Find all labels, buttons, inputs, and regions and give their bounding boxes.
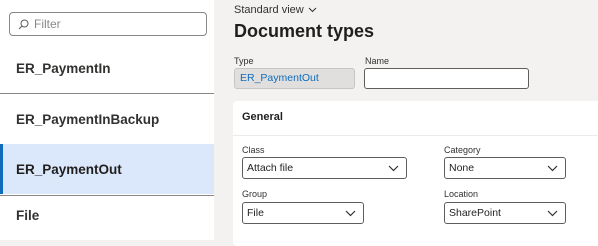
group-select[interactable]: File <box>242 202 364 224</box>
list-item-er-paymentinbackup[interactable]: ER_PaymentInBackup <box>0 95 214 144</box>
view-selector-label: Standard view <box>234 4 304 16</box>
class-select-value: Attach file <box>247 162 294 174</box>
class-select[interactable]: Attach file <box>242 157 407 179</box>
location-select[interactable]: SharePoint <box>444 202 566 224</box>
location-select-value: SharePoint <box>449 207 501 219</box>
name-field[interactable] <box>364 68 529 89</box>
list-item-file[interactable]: File <box>0 195 214 235</box>
category-select[interactable]: None <box>444 157 566 179</box>
chevron-down-icon <box>345 210 356 216</box>
list-item-label: ER_PaymentIn <box>16 61 111 76</box>
group-select-value: File <box>247 207 264 219</box>
location-label: Location <box>444 189 479 199</box>
list-item-label: File <box>16 208 40 223</box>
search-icon <box>18 19 29 29</box>
chevron-down-icon <box>388 165 399 171</box>
list-item-er-paymentin[interactable]: ER_PaymentIn <box>0 44 214 94</box>
type-field: ER_PaymentOut <box>234 68 355 89</box>
chevron-down-icon <box>308 7 317 13</box>
view-selector[interactable]: Standard view <box>234 4 317 16</box>
type-label: Type <box>234 56 254 66</box>
general-section-title[interactable]: General <box>242 111 283 123</box>
list-item-label: ER_PaymentOut <box>16 161 122 177</box>
list-item-er-paymentout-selected[interactable]: ER_PaymentOut <box>0 144 214 194</box>
page-title: Document types <box>234 21 375 41</box>
chevron-down-icon <box>547 210 558 216</box>
class-label: Class <box>242 145 265 155</box>
filter-box[interactable] <box>9 12 207 36</box>
filter-input[interactable] <box>34 17 194 31</box>
name-label: Name <box>365 56 390 66</box>
chevron-down-icon <box>547 165 558 171</box>
document-type-list-pane: ER_PaymentIn ER_PaymentInBackup ER_Payme… <box>0 0 214 240</box>
category-select-value: None <box>449 162 475 174</box>
general-divider <box>233 135 598 136</box>
group-label: Group <box>242 189 268 199</box>
list-item-label: ER_PaymentInBackup <box>16 112 160 127</box>
category-label: Category <box>444 145 481 155</box>
